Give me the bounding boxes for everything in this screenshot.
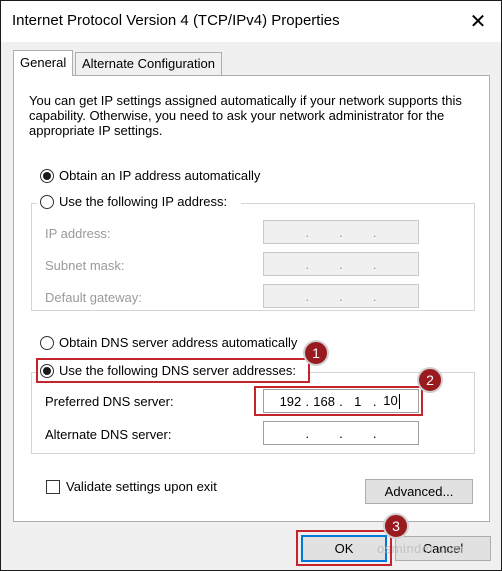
preferred-dns-label: Preferred DNS server: bbox=[45, 394, 174, 409]
ip-address-label: IP address: bbox=[45, 226, 111, 241]
preferred-dns-octet-4: 10 bbox=[383, 392, 398, 408]
validate-settings-checkbox[interactable] bbox=[46, 479, 60, 494]
use-following-ip-radio[interactable] bbox=[40, 194, 54, 209]
step-badge-1: 1 bbox=[303, 340, 329, 366]
obtain-dns-auto-label: Obtain DNS server address automatically bbox=[59, 335, 298, 350]
obtain-dns-auto-radio[interactable] bbox=[40, 335, 54, 350]
use-following-dns-label: Use the following DNS server addresses: bbox=[59, 363, 296, 378]
obtain-dns-auto-option[interactable]: Obtain DNS server address automatically bbox=[40, 335, 297, 350]
description-text: You can get IP settings assigned automat… bbox=[29, 93, 462, 138]
tab-alternate-configuration-label: Alternate Configuration bbox=[82, 56, 215, 71]
use-following-ip-option[interactable]: Use the following IP address: bbox=[40, 194, 227, 209]
subnet-mask-label: Subnet mask: bbox=[45, 258, 125, 273]
window-title: Internet Protocol Version 4 (TCP/IPv4) P… bbox=[12, 12, 340, 29]
default-gateway-label: Default gateway: bbox=[45, 290, 142, 305]
use-following-ip-label: Use the following IP address: bbox=[59, 194, 228, 209]
ip-address-field[interactable]: ... bbox=[263, 220, 419, 244]
tab-alternate-configuration[interactable]: Alternate Configuration bbox=[75, 52, 222, 75]
obtain-ip-auto-label: Obtain an IP address automatically bbox=[59, 168, 261, 183]
subnet-mask-field[interactable]: ... bbox=[263, 252, 419, 276]
obtain-ip-auto-option[interactable]: Obtain an IP address automatically bbox=[40, 168, 260, 183]
preferred-dns-octet-2: 168 bbox=[313, 393, 335, 409]
advanced-button[interactable]: Advanced... bbox=[365, 479, 473, 504]
ok-button[interactable]: OK bbox=[301, 535, 387, 562]
preferred-dns-octet-3: 1 bbox=[354, 393, 362, 409]
ipv4-properties-dialog: Internet Protocol Version 4 (TCP/IPv4) P… bbox=[0, 0, 502, 571]
step-badge-3: 3 bbox=[383, 513, 409, 539]
alternate-dns-field[interactable]: ... bbox=[263, 421, 419, 445]
tab-general[interactable]: General bbox=[13, 50, 74, 76]
preferred-dns-octet-1: 192 bbox=[279, 393, 302, 409]
tab-general-label: General bbox=[20, 55, 67, 70]
validate-settings-option[interactable]: Validate settings upon exit bbox=[46, 479, 217, 494]
alternate-dns-label: Alternate DNS server: bbox=[45, 427, 172, 442]
close-icon[interactable]: ✕ bbox=[455, 1, 501, 42]
title-bar: Internet Protocol Version 4 (TCP/IPv4) P… bbox=[1, 1, 501, 42]
watermark-text: osminder.com bbox=[377, 541, 464, 556]
step-badge-2: 2 bbox=[417, 367, 443, 393]
text-caret bbox=[398, 394, 400, 410]
use-following-dns-option[interactable]: Use the following DNS server addresses: bbox=[40, 363, 296, 378]
preferred-dns-field[interactable]: 192. 168. 1. 10 bbox=[263, 389, 419, 413]
obtain-ip-auto-radio[interactable] bbox=[40, 168, 54, 183]
use-following-dns-radio[interactable] bbox=[40, 363, 54, 378]
validate-settings-label: Validate settings upon exit bbox=[66, 479, 217, 494]
default-gateway-field[interactable]: ... bbox=[263, 284, 419, 308]
